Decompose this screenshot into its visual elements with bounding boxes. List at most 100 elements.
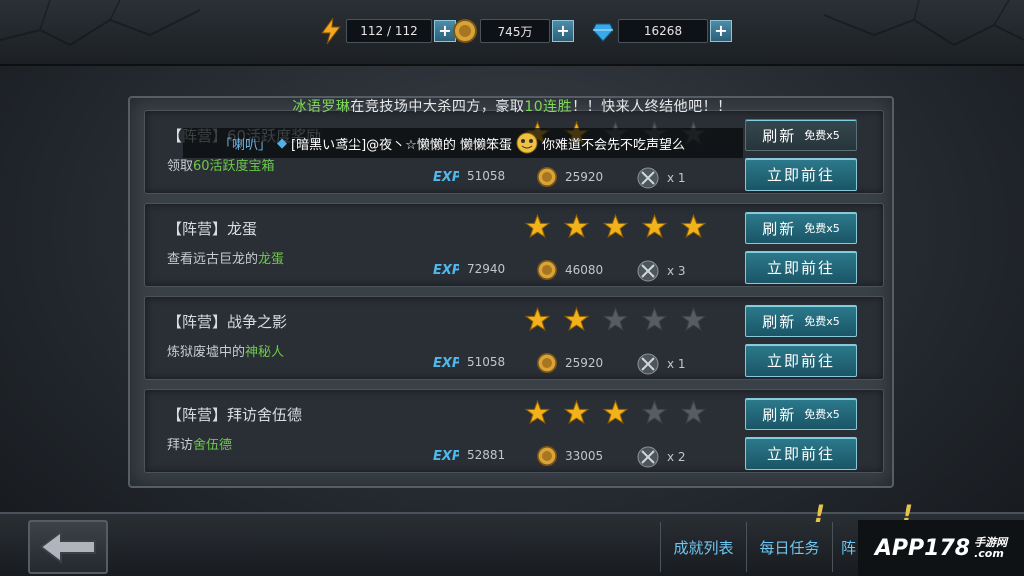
announcement-text-end: ！！快来人终结他吧！！ bbox=[572, 99, 732, 115]
gold-reward-value: 25920 bbox=[565, 170, 604, 184]
item-reward-count: x 1 bbox=[667, 171, 686, 185]
stamina-value: 112 / 112 bbox=[346, 19, 432, 43]
star-icon bbox=[642, 214, 667, 239]
tab-daily-tasks[interactable]: 每日任务 bbox=[746, 522, 832, 572]
chat-message-text: 你难道不会先不吃声望么 bbox=[541, 137, 685, 153]
item-reward: x 1 bbox=[637, 353, 686, 375]
stamina-resource: 112 / 112 + bbox=[318, 17, 456, 45]
refresh-button[interactable]: 刷新 免费x5 bbox=[745, 305, 857, 337]
chat-player-name: [暗黑い鸢尘]@夜丶☆懒懒的 懒懒笨蛋 bbox=[291, 137, 512, 153]
announcement-player: 冰语罗琳 bbox=[292, 99, 351, 115]
star-icon bbox=[681, 307, 706, 332]
exp-reward: EXP 72940 bbox=[433, 260, 505, 278]
task-title: 【阵营】拜访舍伍德 bbox=[167, 406, 303, 424]
go-now-button[interactable]: 立即前往 bbox=[745, 251, 857, 284]
task-desc-text: 领取 bbox=[167, 159, 194, 174]
star-icon bbox=[525, 400, 550, 425]
difficulty-stars bbox=[525, 400, 706, 425]
crossed-swords-icon bbox=[637, 167, 659, 189]
svg-text:EXP: EXP bbox=[433, 449, 459, 464]
gold-reward-value: 25920 bbox=[565, 356, 604, 370]
refresh-label: 刷新 bbox=[762, 405, 797, 424]
star-icon bbox=[525, 214, 550, 239]
task-desc-highlight: 龙蛋 bbox=[258, 252, 285, 267]
chat-channel-tag: 「喇叭」 bbox=[219, 137, 272, 153]
gold-coin-icon bbox=[537, 260, 557, 280]
task-description: 查看远古巨龙的龙蛋 bbox=[167, 248, 284, 267]
back-arrow-icon bbox=[39, 530, 96, 564]
crack-decoration bbox=[0, 0, 200, 47]
exp-reward: EXP 52881 bbox=[433, 446, 505, 464]
exp-icon: EXP bbox=[433, 446, 459, 464]
free-count: 免费x5 bbox=[804, 408, 840, 421]
star-icon bbox=[564, 307, 589, 332]
emoji-icon bbox=[516, 132, 538, 154]
go-now-button[interactable]: 立即前往 bbox=[745, 344, 857, 377]
task-title: 【阵营】龙蛋 bbox=[167, 220, 258, 238]
gold-coin-icon bbox=[537, 353, 557, 373]
item-reward-count: x 2 bbox=[667, 450, 686, 464]
exp-value: 51058 bbox=[467, 169, 506, 183]
tab-achievements[interactable]: 成就列表 bbox=[660, 522, 746, 572]
star-icon bbox=[603, 400, 628, 425]
task-desc-text: 拜访 bbox=[167, 438, 194, 453]
add-gem-button[interactable]: + bbox=[710, 20, 732, 42]
star-icon bbox=[564, 214, 589, 239]
logo-text: APP178 bbox=[874, 535, 971, 561]
item-reward-count: x 1 bbox=[667, 357, 686, 371]
exp-icon: EXP bbox=[433, 260, 459, 278]
add-gold-button[interactable]: + bbox=[552, 20, 574, 42]
task-description: 炼狱废墟中的神秘人 bbox=[167, 341, 284, 360]
gold-resource: 745万 + bbox=[452, 17, 574, 45]
task-row: 【阵营】拜访舍伍德 拜访舍伍德 EXP 52881 33005 x 2 刷新 免费… bbox=[144, 389, 884, 473]
refresh-button[interactable]: 刷新 免费x5 bbox=[745, 119, 857, 151]
star-icon bbox=[681, 214, 706, 239]
gold-coin-icon bbox=[537, 446, 557, 466]
free-count: 免费x5 bbox=[804, 222, 840, 235]
exp-icon: EXP bbox=[433, 167, 459, 185]
task-desc-highlight: 神秘人 bbox=[245, 345, 285, 360]
tab-faction[interactable]: 阵 bbox=[832, 522, 858, 572]
go-now-button[interactable]: 立即前往 bbox=[745, 158, 857, 191]
exp-reward: EXP 51058 bbox=[433, 353, 505, 371]
free-count: 免费x5 bbox=[804, 315, 840, 328]
go-now-button[interactable]: 立即前往 bbox=[745, 437, 857, 470]
gold-coin-icon bbox=[537, 167, 557, 187]
watermark-logo: APP178 手游网 .com bbox=[858, 520, 1024, 576]
gold-coin-icon bbox=[452, 18, 478, 44]
svg-text:EXP: EXP bbox=[433, 170, 459, 185]
exp-value: 72940 bbox=[467, 262, 506, 276]
refresh-label: 刷新 bbox=[762, 219, 797, 238]
crack-decoration bbox=[824, 0, 1024, 47]
crossed-swords-icon bbox=[637, 353, 659, 375]
gem-icon bbox=[590, 18, 616, 44]
star-icon bbox=[564, 400, 589, 425]
refresh-button[interactable]: 刷新 免费x5 bbox=[745, 398, 857, 430]
exp-value: 51058 bbox=[467, 355, 506, 369]
crossed-swords-icon bbox=[637, 260, 659, 282]
crossed-swords-icon bbox=[637, 446, 659, 468]
announcement-streak: 10连胜 bbox=[524, 99, 573, 115]
refresh-button[interactable]: 刷新 免费x5 bbox=[745, 212, 857, 244]
exp-reward: EXP 51058 bbox=[433, 167, 505, 185]
star-icon bbox=[681, 400, 706, 425]
refresh-label: 刷新 bbox=[762, 312, 797, 331]
star-icon bbox=[525, 307, 550, 332]
free-count: 免费x5 bbox=[804, 129, 840, 142]
task-description: 拜访舍伍德 bbox=[167, 434, 232, 453]
difficulty-stars bbox=[525, 307, 706, 332]
gold-reward: 33005 bbox=[537, 446, 603, 466]
item-reward: x 3 bbox=[637, 260, 686, 282]
exp-value: 52881 bbox=[467, 448, 506, 462]
difficulty-stars bbox=[525, 214, 706, 239]
gold-reward: 25920 bbox=[537, 167, 603, 187]
item-reward: x 1 bbox=[637, 167, 686, 189]
back-button[interactable] bbox=[28, 520, 108, 574]
gold-value: 745万 bbox=[480, 19, 550, 43]
star-icon bbox=[603, 307, 628, 332]
item-reward: x 2 bbox=[637, 446, 686, 468]
star-icon bbox=[603, 214, 628, 239]
gold-reward: 25920 bbox=[537, 353, 603, 373]
lightning-icon bbox=[318, 18, 344, 44]
gold-reward-value: 46080 bbox=[565, 263, 604, 277]
